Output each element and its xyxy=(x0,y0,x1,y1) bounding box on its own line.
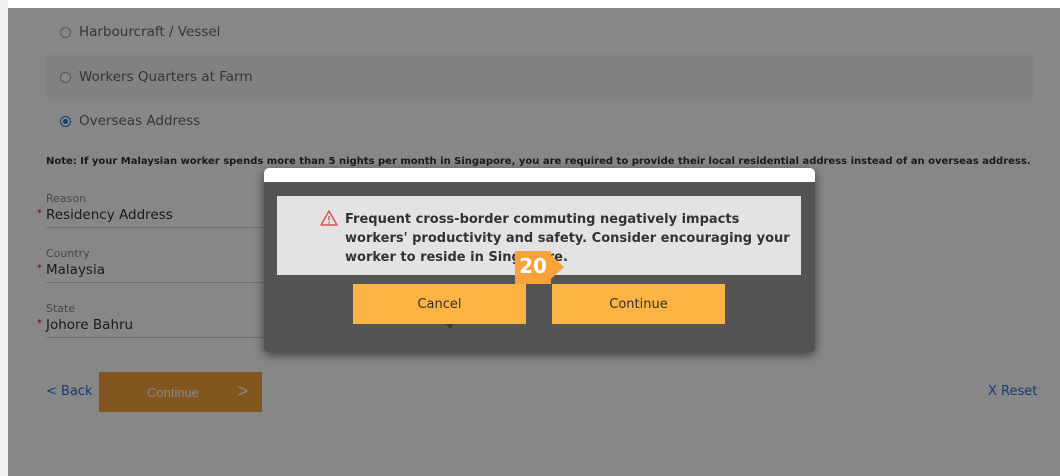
dialog-message: Frequent cross-border commuting negative… xyxy=(345,212,790,265)
step-number: 20 xyxy=(519,254,547,278)
step-badge: 20 xyxy=(515,251,565,284)
dialog-header-bar xyxy=(264,168,815,182)
window-left-edge xyxy=(0,0,8,476)
cancel-button[interactable]: Cancel xyxy=(353,284,526,329)
continue-button[interactable]: Continue xyxy=(552,284,725,324)
warning-triangle-icon xyxy=(320,210,338,226)
arrow-right-icon xyxy=(551,255,564,279)
